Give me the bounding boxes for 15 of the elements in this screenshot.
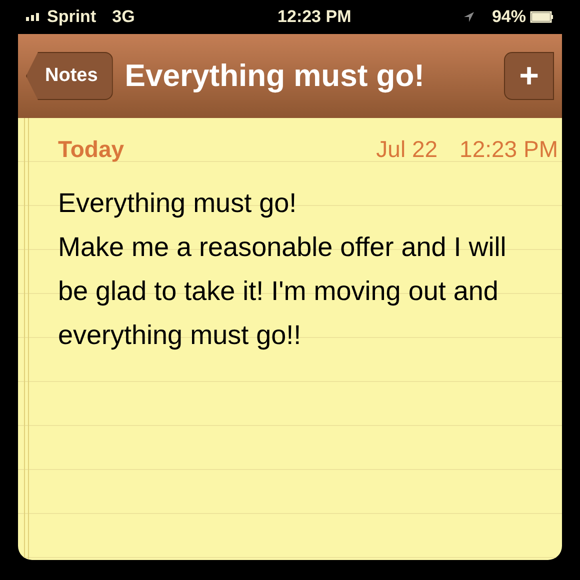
location-arrow-icon [462,10,476,24]
note-text: Make me a reasonable offer and I will be glad to take it! I'm moving out and everything must go!! [58,230,508,352]
note-time: 12:23 PM [460,135,558,164]
note-text: Everything must go! [58,186,298,220]
status-time: 12:23 PM [276,6,352,28]
back-button[interactable]: Notes [26,52,113,100]
carrier-name: Sprint [47,6,96,28]
battery-percent: 94% [492,6,526,28]
note-date: Jul 22 [376,135,438,164]
nav-title: Everything must go! [124,56,426,95]
signal-icon [26,13,39,21]
battery-icon [530,11,554,23]
network-type: 3G [112,6,135,28]
add-button[interactable]: + [504,52,554,100]
note-day: Today [58,132,124,166]
